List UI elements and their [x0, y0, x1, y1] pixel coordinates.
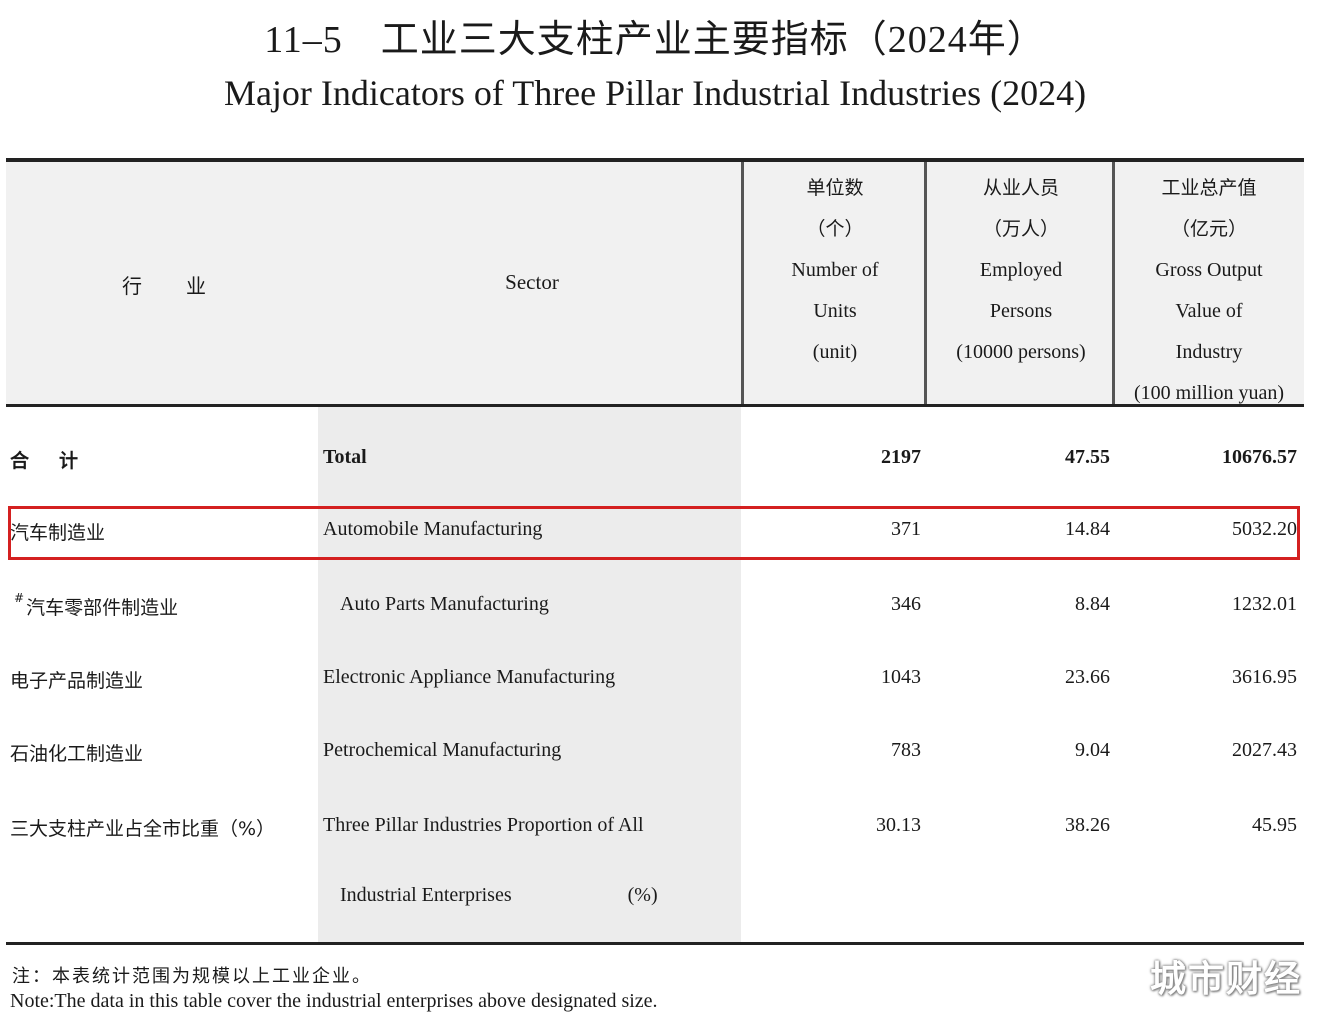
header-line: （亿元） [1170, 218, 1247, 240]
header-line: Gross Output [1155, 259, 1263, 281]
header-line: Employed [979, 259, 1063, 281]
table-number: 11–5 [264, 19, 343, 61]
row-label-zh: # 汽车零部件制造业 [6, 591, 179, 620]
watermark: 城市财经 [1149, 959, 1302, 1000]
cell-output: 3616.95 [1232, 666, 1297, 688]
header-line: （万人） [982, 218, 1059, 240]
row-label-zh-text: 汽车零部件制造业 [26, 597, 179, 619]
header-line: Persons [989, 300, 1053, 322]
note-en: Note:The data in this table cover the in… [10, 990, 658, 1012]
table-title-zh: 11–5 工业三大支柱产业主要指标（2024年） [0, 8, 1310, 63]
row-label-en: Auto Parts Manufacturing [340, 593, 549, 615]
header-line: （个） [806, 218, 864, 240]
cell-employed: 38.26 [1065, 814, 1110, 836]
header-line: Number of [791, 259, 879, 281]
row-label-zh: 三大支柱产业占全市比重（%） [10, 818, 276, 840]
header-line: Industry [1175, 341, 1243, 363]
row-label-zh: 合计 [10, 446, 78, 473]
header-sector-zh-char: 业 [186, 274, 206, 298]
column-divider [924, 162, 927, 404]
header-line: (100 million yuan) [1134, 382, 1284, 404]
header-bottom-rule [6, 404, 1304, 407]
header-employed-persons: 从业人员 （万人） Employed Persons (10000 person… [928, 168, 1114, 373]
highlight-box [8, 506, 1300, 560]
cell-units: 346 [891, 593, 921, 615]
cell-output: 45.95 [1252, 814, 1297, 836]
table-row-petrochemical: 石油化工制造业 Petrochemical Manufacturing 783 … [0, 733, 1324, 773]
cell-units: 2197 [881, 446, 921, 468]
column-divider [741, 162, 744, 404]
row-label-en: Petrochemical Manufacturing [323, 739, 562, 761]
note-zh: 注：本表统计范围为规模以上工业企业。 [12, 966, 372, 987]
table-title-en: Major Indicators of Three Pillar Industr… [223, 73, 1087, 113]
table-bottom-rule [6, 942, 1304, 945]
cell-units: 783 [891, 739, 921, 761]
table-row-electronic: 电子产品制造业 Electronic Appliance Manufacturi… [0, 660, 1324, 700]
header-sector-zh-char: 行 [122, 274, 142, 298]
table-row-auto-parts: # 汽车零部件制造业 Auto Parts Manufacturing 346 8… [0, 587, 1324, 627]
header-line: (unit) [812, 341, 858, 363]
row-label-en-continuation: Industrial Enterprises (%) [340, 884, 658, 907]
header-line: (10000 persons) [956, 341, 1086, 363]
header-line: 单位数 [806, 177, 864, 199]
header-line: Units [813, 300, 857, 322]
row-label-zh-char: 计 [59, 450, 79, 472]
percent-unit: (%) [627, 884, 658, 906]
header-line: Value of [1175, 300, 1243, 322]
cell-employed: 47.55 [1065, 446, 1110, 468]
table-row-total: 合计 Total 2197 47.55 10676.57 [0, 440, 1324, 480]
table-row-proportion: 三大支柱产业占全市比重（%） Three Pillar Industries P… [0, 808, 1324, 848]
header-gross-output: 工业总产值 （亿元） Gross Output Value of Industr… [1116, 168, 1302, 414]
header-sector-zh: 行业 [122, 270, 206, 299]
cell-employed: 8.84 [1075, 593, 1110, 615]
cell-output: 1232.01 [1232, 593, 1297, 615]
cell-units: 30.13 [876, 814, 921, 836]
cell-output: 2027.43 [1232, 739, 1297, 761]
header-number-of-units: 单位数 （个） Number of Units (unit) [746, 168, 924, 373]
header-sector-en: Sector [505, 270, 559, 294]
row-label-en: Electronic Appliance Manufacturing [323, 666, 616, 688]
cell-employed: 23.66 [1065, 666, 1110, 688]
cell-employed: 9.04 [1075, 739, 1110, 761]
row-label-zh-char: 合 [10, 450, 30, 472]
row-label-en: Total [323, 446, 367, 468]
row-label-en-cont-text: Industrial Enterprises [340, 884, 512, 906]
table-top-rule [6, 158, 1304, 162]
cell-units: 1043 [881, 666, 921, 688]
cell-output: 10676.57 [1222, 446, 1297, 468]
sub-item-mark: # [14, 591, 25, 605]
row-label-en: Three Pillar Industries Proportion of Al… [323, 814, 644, 836]
table-title-zh-text: 工业三大支柱产业主要指标（2024年） [380, 19, 1046, 61]
row-label-zh: 石油化工制造业 [10, 743, 144, 765]
header-line: 工业总产值 [1161, 177, 1257, 199]
row-label-zh: 电子产品制造业 [10, 670, 144, 692]
header-line: 从业人员 [982, 177, 1059, 199]
